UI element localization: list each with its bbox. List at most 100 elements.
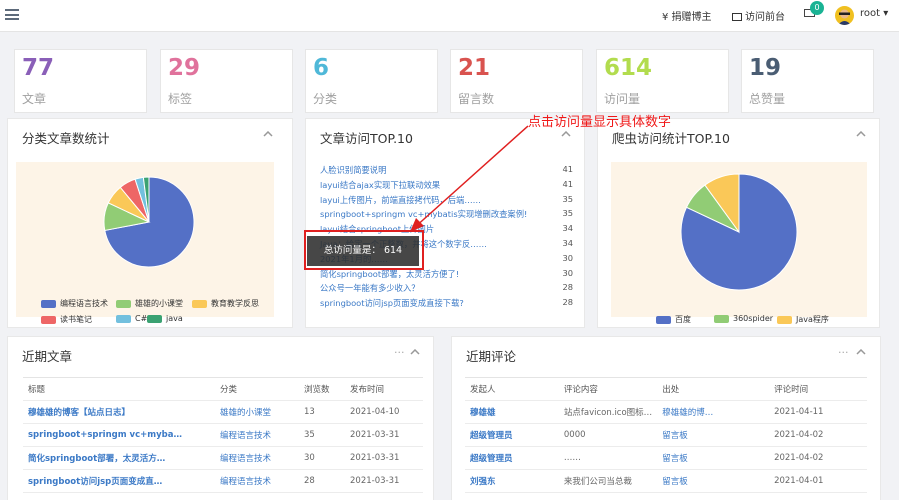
table-row: springboot+springm vc+myba… 编程语言技术 35 2021-…	[23, 423, 423, 447]
top10-count: 28	[562, 297, 573, 308]
legend-label: 雄雄的小课堂	[135, 299, 183, 308]
table-cell: 2021-03-31	[345, 469, 423, 493]
table-header-row: 发起人 评论内容 出处 评论时间	[465, 377, 867, 401]
legend-item[interactable]: 360spider	[714, 314, 773, 323]
annotation-arrow	[410, 125, 529, 232]
donate-link[interactable]: ¥ 捐赠博主	[662, 8, 712, 23]
legend-item[interactable]: 编程语言技术	[41, 298, 108, 309]
table-cell: 2021-03-31	[345, 423, 423, 447]
table-cell[interactable]: 穆雄雄的博…	[657, 400, 770, 424]
category-pie-svg	[103, 176, 195, 268]
table-cell[interactable]: 留言板	[657, 469, 770, 493]
top10-count: 28	[562, 282, 573, 293]
table-cell: 30	[299, 446, 345, 470]
stat-number: 614	[604, 55, 653, 81]
column-header: 发起人	[465, 377, 559, 401]
stat-card-0[interactable]: 77 文章	[14, 49, 147, 113]
table-cell: 站点favicon.ico图标…	[558, 400, 658, 424]
table-cell[interactable]: springboot+springm vc+myba…	[23, 423, 215, 447]
column-header: 发布时间	[345, 377, 423, 401]
legend-label: 百度	[675, 315, 691, 324]
recent-comments-table: 发起人 评论内容 出处 评论时间 穆雄雄 站点favicon.ico图标… 穆雄雄的博… 20…	[465, 377, 867, 493]
table-row: 超级管理员 0000 留言板 2021-04-02	[465, 423, 867, 447]
legend-label: 读书笔记	[60, 315, 92, 324]
table-cell[interactable]: 留言板	[657, 423, 770, 447]
stat-label: 分类	[313, 92, 338, 106]
column-header: 分类	[215, 377, 299, 401]
avatar[interactable]	[835, 6, 854, 25]
collapse-icon[interactable]	[263, 131, 273, 137]
legend-swatch	[116, 314, 131, 323]
table-row: 简化springboot部署，太灵活方… 编程语言技术 30 2021-03-31	[23, 446, 423, 470]
category-pie-chart: 编程语言技术 雄雄的小课堂 教育教学反思读书笔记 C# java	[16, 162, 274, 324]
top10-count: 30	[562, 267, 573, 278]
table-cell[interactable]: 刘强东	[465, 469, 559, 493]
legend-item[interactable]: 教育教学反思	[192, 298, 259, 309]
legend-swatch	[656, 315, 671, 324]
legend-item[interactable]: java	[147, 314, 183, 323]
stat-card-2[interactable]: 6 分类	[305, 49, 438, 113]
user-menu[interactable]: root ▾	[860, 8, 888, 19]
more-icon[interactable]: ···	[394, 346, 405, 359]
bar-chart-icon	[685, 60, 721, 96]
table-cell[interactable]: 雄雄的小课堂	[215, 400, 299, 424]
table-cell: 28	[299, 469, 345, 493]
monitor-icon	[732, 13, 742, 21]
stat-card-5[interactable]: 19 总赞量	[741, 49, 874, 113]
recent-comments-panel: 近期评论 ··· 发起人 评论内容 出处 评论时间 穆雄雄 站点favicon.ico图标…	[451, 336, 881, 500]
leaf-icon	[103, 60, 139, 96]
table-cell: 13	[299, 400, 345, 424]
table-cell[interactable]: 编程语言技术	[215, 469, 299, 493]
top10-item[interactable]: 公众号一年能有多少收入？ 28	[320, 282, 573, 297]
stat-number: 29	[168, 55, 201, 81]
table-cell[interactable]: 超级管理员	[465, 446, 559, 470]
legend-item[interactable]: 雄雄的小课堂	[116, 298, 183, 309]
table-cell: 35	[299, 423, 345, 447]
table-cell[interactable]: 穆雄雄的博客【站点日志】	[23, 400, 215, 424]
table-cell[interactable]: 留言板	[657, 446, 770, 470]
stat-label: 留言数	[458, 92, 495, 106]
stat-card-1[interactable]: 29 标签	[160, 49, 293, 113]
legend-label: 教育教学反思	[211, 299, 259, 308]
spider-pie-chart: 百度 360spider Java程序	[611, 162, 867, 324]
legend-swatch	[714, 314, 729, 323]
top10-count: 35	[562, 193, 573, 204]
top10-item[interactable]: springboot访问jsp页面变成直接下载? 28	[320, 297, 573, 312]
spider-pie-svg	[680, 173, 798, 291]
stat-number: 21	[458, 55, 491, 81]
table-cell[interactable]: 简化springboot部署，太灵活方…	[23, 446, 215, 470]
visit-frontend-link[interactable]: 访问前台	[732, 8, 785, 23]
more-icon[interactable]: ···	[838, 346, 849, 359]
top10-count: 35	[562, 208, 573, 219]
stat-label: 总赞量	[749, 92, 786, 106]
legend-label: java	[166, 314, 183, 323]
stat-card-3[interactable]: 21 留言数	[450, 49, 583, 113]
legend-swatch	[777, 315, 792, 324]
legend-item[interactable]: Java程序	[777, 314, 829, 325]
table-cell[interactable]: 编程语言技术	[215, 423, 299, 447]
legend-item[interactable]: C#	[116, 314, 147, 323]
collapse-icon[interactable]	[856, 131, 866, 137]
table-cell: 0000	[558, 423, 658, 447]
table-cell[interactable]: 编程语言技术	[215, 446, 299, 470]
legend-item[interactable]: 百度	[656, 314, 691, 325]
stat-number: 6	[313, 55, 330, 81]
tag-icon	[249, 60, 285, 96]
collapse-icon[interactable]	[561, 131, 571, 137]
legend-swatch	[147, 314, 162, 323]
column-header: 浏览数	[299, 377, 345, 401]
menu-toggle-icon[interactable]	[5, 9, 19, 20]
mail-count-badge: 0	[810, 1, 824, 15]
table-cell[interactable]: springboot访问jsp页面变成直…	[23, 469, 215, 493]
collapse-icon[interactable]	[856, 349, 866, 355]
top10-count: 34	[562, 223, 573, 234]
stat-card-4[interactable]: 614 访问量	[596, 49, 729, 113]
table-header-row: 标题 分类 浏览数 发布时间	[23, 377, 423, 401]
table-cell: 2021-04-01	[769, 469, 867, 493]
collapse-icon[interactable]	[410, 349, 420, 355]
table-cell[interactable]: 超级管理员	[465, 423, 559, 447]
legend-swatch	[116, 299, 131, 308]
column-header: 出处	[657, 377, 770, 401]
table-cell[interactable]: 穆雄雄	[465, 400, 559, 424]
legend-item[interactable]: 读书笔记	[41, 314, 92, 325]
